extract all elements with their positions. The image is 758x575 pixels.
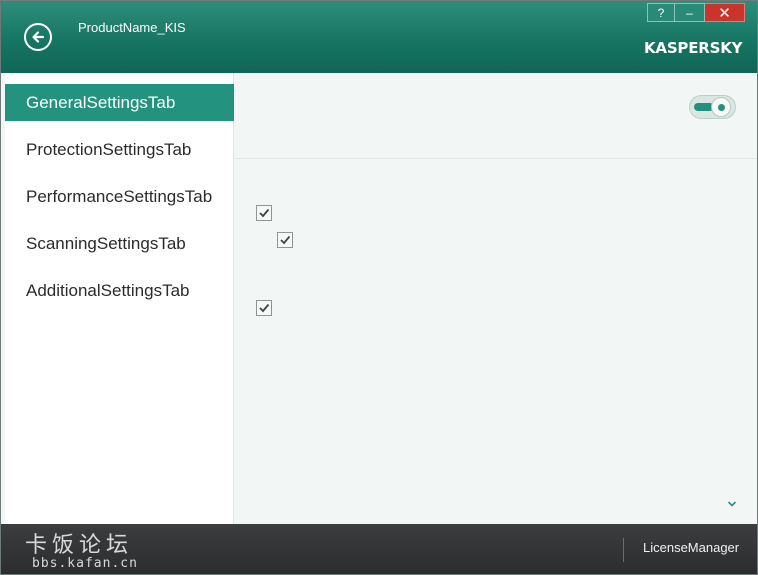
sidebar-item-performance[interactable]: PerformanceSettingsTab — [5, 178, 234, 215]
license-manager-link[interactable]: LicenseManager — [643, 540, 739, 555]
close-button[interactable]: ✕ — [705, 3, 745, 22]
arrow-left-icon — [32, 31, 45, 43]
watermark-url: bbs.kafan.cn — [32, 556, 138, 571]
protection-toggle[interactable] — [689, 95, 736, 119]
check-icon — [280, 235, 291, 245]
check-icon — [259, 208, 270, 218]
protection-header — [235, 73, 757, 159]
settings-panel — [235, 73, 757, 524]
app-title: ProductName_KIS — [78, 20, 186, 35]
footer-divider — [623, 538, 624, 562]
toggle-knob — [711, 97, 731, 117]
check-icon — [259, 303, 270, 313]
sidebar-item-additional[interactable]: AdditionalSettingsTab — [5, 272, 234, 309]
minimize-button[interactable]: – — [675, 3, 705, 22]
option-checkbox-3[interactable] — [256, 300, 272, 316]
sidebar-item-general[interactable]: GeneralSettingsTab — [5, 84, 234, 121]
logo-text: KASPERSKY — [644, 39, 743, 57]
settings-sidebar: GeneralSettingsTab ProtectionSettingsTab… — [5, 73, 234, 524]
kaspersky-logo: KASPERSKY — [644, 39, 744, 57]
footer-bar: 卡饭论坛 bbs.kafan.cn LicenseManager — [1, 524, 757, 574]
title-bar: ProductName_KIS ? – ✕ KASPERSKY — [1, 1, 757, 73]
option-checkbox-2[interactable] — [277, 232, 293, 248]
sidebar-item-protection[interactable]: ProtectionSettingsTab — [5, 131, 234, 168]
back-button[interactable] — [24, 23, 52, 51]
option-checkbox-1[interactable] — [256, 205, 272, 221]
window-controls: ? – ✕ — [647, 3, 745, 22]
watermark-logo: 卡饭论坛 — [25, 533, 134, 558]
help-button[interactable]: ? — [647, 3, 675, 22]
chevron-down-icon — [727, 501, 737, 507]
app-window: ProductName_KIS ? – ✕ KASPERSKY GeneralS… — [0, 0, 758, 575]
scroll-down-button[interactable] — [725, 497, 739, 509]
sidebar-item-scanning[interactable]: ScanningSettingsTab — [5, 225, 234, 262]
